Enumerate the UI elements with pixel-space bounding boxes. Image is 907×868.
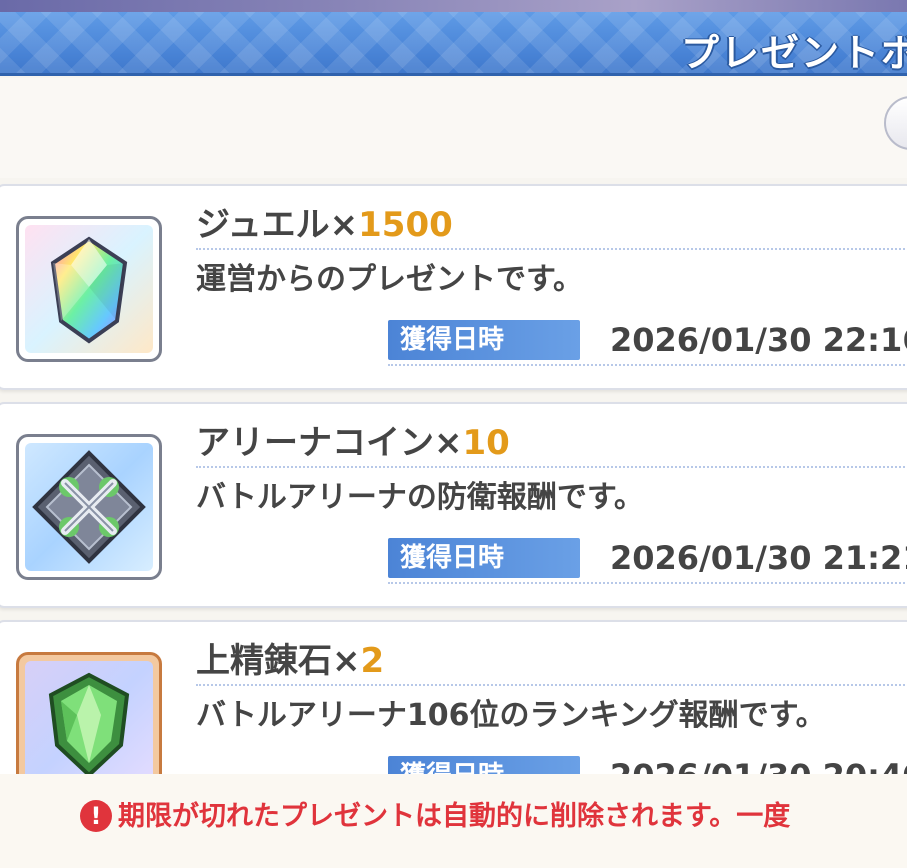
item-quantity: 1500 (358, 205, 453, 245)
expiry-notice-text: 期限が切れたプレゼントは自動的に削除されます。一度 (118, 801, 791, 832)
date-value: 2026/01/30 22:16 (610, 321, 907, 359)
present-list[interactable]: ジュエル×1500 運営からのプレゼントです。 獲得日時 2026/01/30 … (0, 178, 907, 774)
expiry-notice: ! 期限が切れたプレゼントは自動的に削除されます。一度 (80, 798, 791, 836)
item-name-line: 上精錬石×2 (196, 638, 907, 686)
date-row: 獲得日時 2026/01/30 22:16 (388, 320, 907, 366)
item-description: 運営からのプレゼントです。 (196, 262, 583, 297)
item-description: バトルアリーナの防衛報酬です。 (196, 480, 644, 515)
arena-coin-icon (25, 443, 153, 571)
warning-icon: ! (80, 800, 112, 832)
item-multiplier: × (434, 423, 463, 463)
date-label: 獲得日時 (388, 756, 580, 774)
present-card[interactable]: 上精錬石×2 バトルアリーナ106位のランキング報酬です。 獲得日時 2026/… (0, 620, 907, 774)
dialog-header: プレゼントボ (0, 12, 907, 76)
date-label: 獲得日時 (388, 538, 580, 578)
item-name-line: アリーナコイン×10 (196, 420, 907, 468)
date-row: 獲得日時 2026/01/30 21:21 (388, 538, 907, 584)
item-multiplier: × (329, 205, 359, 245)
item-icon-frame (16, 216, 162, 362)
date-label: 獲得日時 (388, 320, 580, 360)
present-card[interactable]: アリーナコイン×10 バトルアリーナの防衛報酬です。 獲得日時 2026/01/… (0, 402, 907, 608)
item-description: バトルアリーナ106位のランキング報酬です。 (196, 698, 826, 733)
present-card[interactable]: ジュエル×1500 運営からのプレゼントです。 獲得日時 2026/01/30 … (0, 184, 907, 390)
item-multiplier: × (332, 641, 361, 681)
dialog-title: プレゼントボ (680, 31, 907, 75)
date-value: 2026/01/30 21:21 (610, 539, 907, 577)
item-name-line: ジュエル×1500 (196, 202, 907, 250)
rainbow-jewel-icon (25, 225, 153, 353)
footer: ! 期限が切れたプレゼントは自動的に削除されます。一度 (0, 774, 907, 868)
item-quantity: 10 (462, 423, 510, 463)
item-name: 上精錬石 (196, 641, 332, 681)
item-icon-frame (16, 652, 162, 774)
refining-stone-icon (25, 661, 153, 774)
date-value: 2026/01/30 20:40 (610, 756, 907, 774)
item-name: ジュエル (196, 205, 330, 245)
item-quantity: 2 (360, 641, 385, 681)
item-icon-frame (16, 434, 162, 580)
item-name: アリーナコイン (196, 423, 434, 463)
filter-area (0, 78, 907, 178)
date-row: 獲得日時 2026/01/30 20:40 (388, 756, 907, 774)
